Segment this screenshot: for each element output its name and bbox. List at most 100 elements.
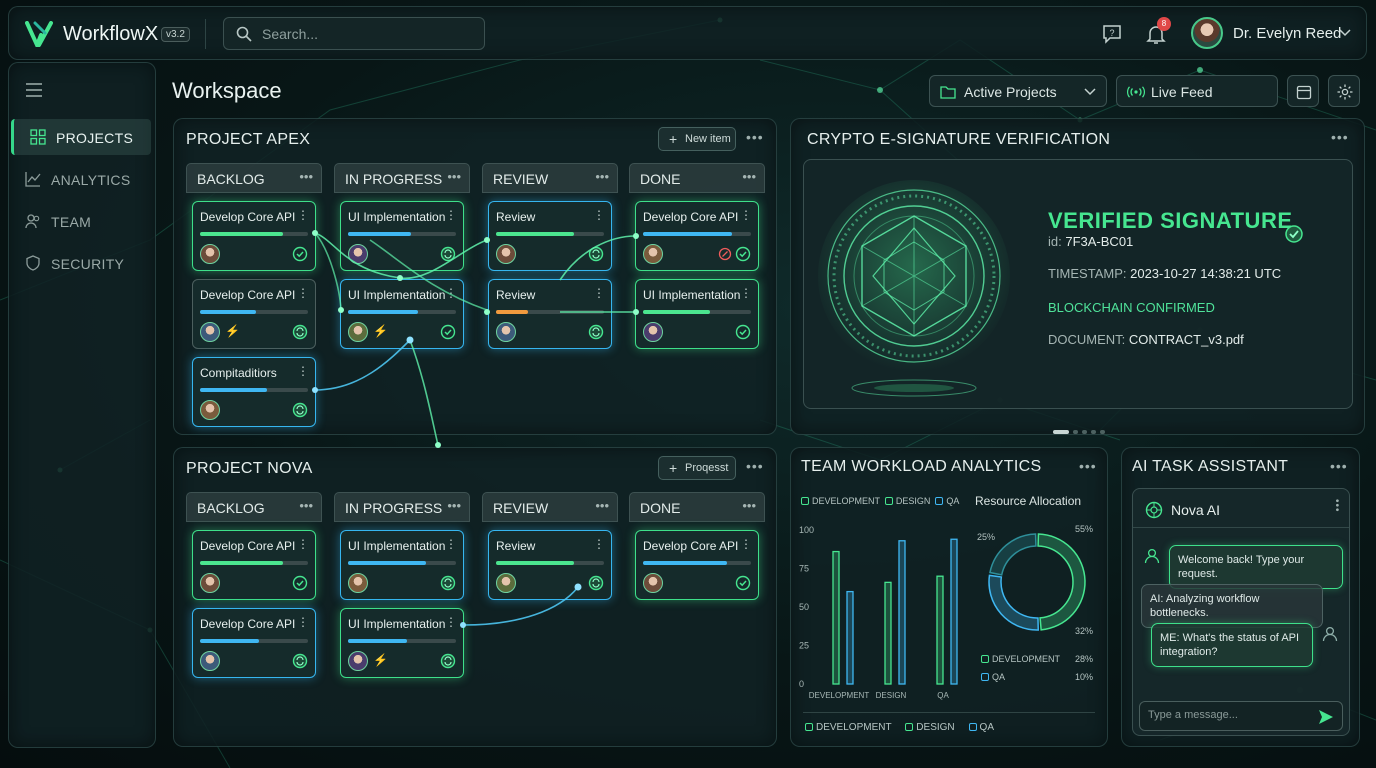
task-card[interactable]: UI Implementation ⋮ — [340, 201, 464, 271]
assignee-avatar[interactable] — [496, 244, 516, 264]
column-done[interactable]: DONE ••• — [629, 492, 765, 522]
carousel-dot[interactable] — [1082, 430, 1087, 434]
user-avatar[interactable] — [1191, 17, 1223, 49]
assignee-avatar[interactable] — [496, 322, 516, 342]
search-input[interactable] — [262, 24, 472, 44]
assignee-avatar[interactable] — [348, 322, 368, 342]
task-menu-icon[interactable]: ⋮ — [297, 615, 309, 629]
carousel-dot[interactable] — [1100, 430, 1105, 434]
task-card[interactable]: Develop Core API ⋮ ⚡ — [192, 279, 316, 349]
column-review[interactable]: REVIEW ••• — [482, 492, 618, 522]
task-menu-icon[interactable]: ⋮ — [740, 537, 752, 551]
sidebar-item-security[interactable]: SECURITY — [9, 245, 149, 281]
user-name[interactable]: Dr. Evelyn Reed — [1233, 25, 1341, 42]
board-menu-icon[interactable]: ••• — [746, 129, 764, 145]
task-menu-icon[interactable]: ⋮ — [593, 286, 605, 300]
new-item-button[interactable]: + New item — [658, 127, 736, 151]
column-in-progress[interactable]: IN PROGRESS ••• — [334, 492, 470, 522]
assignee-avatar[interactable] — [496, 573, 516, 593]
chat-menu-icon[interactable]: ••• — [1331, 499, 1342, 513]
task-menu-icon[interactable]: ⋮ — [297, 364, 309, 378]
carousel-dots[interactable] — [1053, 421, 1109, 439]
task-card[interactable]: Develop Core API ⋮ — [635, 201, 759, 271]
assignee-avatar[interactable] — [348, 244, 368, 264]
task-menu-icon[interactable]: ⋮ — [740, 208, 752, 222]
task-menu-icon[interactable]: ⋮ — [593, 208, 605, 222]
task-card[interactable]: Review ⋮ — [488, 530, 612, 600]
message-box[interactable] — [1139, 701, 1343, 731]
task-menu-icon[interactable]: ⋮ — [297, 537, 309, 551]
send-icon[interactable] — [1318, 709, 1334, 725]
task-menu-icon[interactable]: ⋮ — [297, 286, 309, 300]
assignee-avatar[interactable] — [200, 573, 220, 593]
assignee-avatar[interactable] — [643, 573, 663, 593]
carousel-dot[interactable] — [1091, 430, 1096, 434]
assignee-avatar[interactable] — [200, 322, 220, 342]
panel-menu-icon[interactable]: ••• — [1330, 458, 1348, 474]
task-card[interactable]: Review ⋮ — [488, 201, 612, 271]
carousel-dot[interactable] — [1053, 430, 1069, 434]
column-backlog[interactable]: BACKLOG ••• — [186, 492, 322, 522]
panel-menu-icon[interactable]: ••• — [1079, 458, 1097, 474]
chevron-down-icon[interactable] — [1339, 29, 1351, 37]
project-filter-select[interactable]: Active Projects — [929, 75, 1107, 107]
task-menu-icon[interactable]: ⋮ — [593, 537, 605, 551]
settings-button[interactable] — [1328, 75, 1360, 107]
assignee-avatar[interactable] — [643, 244, 663, 264]
task-card[interactable]: Develop Core API ⋮ — [192, 201, 316, 271]
assignee-avatar[interactable] — [348, 573, 368, 593]
column-menu-icon[interactable]: ••• — [595, 169, 609, 184]
assignee-avatar[interactable] — [643, 322, 663, 342]
version-badge: v3.2 — [161, 27, 190, 42]
donut-legend-qa: QA 10% — [981, 672, 1093, 682]
board-menu-icon[interactable]: ••• — [746, 458, 764, 474]
task-menu-icon[interactable]: ⋮ — [445, 615, 457, 629]
task-menu-icon[interactable]: ⋮ — [445, 208, 457, 222]
shield-icon — [26, 255, 40, 271]
column-menu-icon[interactable]: ••• — [447, 498, 461, 513]
task-card[interactable]: Develop Core API ⋮ — [635, 530, 759, 600]
new-process-button[interactable]: + Proqesst — [658, 456, 736, 480]
task-menu-icon[interactable]: ⋮ — [297, 208, 309, 222]
calendar-button[interactable] — [1287, 75, 1319, 107]
column-menu-icon[interactable]: ••• — [595, 498, 609, 513]
assignee-avatar[interactable] — [200, 244, 220, 264]
task-card[interactable]: UI Implementation ⋮ — [340, 530, 464, 600]
column-review[interactable]: REVIEW ••• — [482, 163, 618, 193]
document-value[interactable]: CONTRACT_v3.pdf — [1129, 332, 1244, 347]
task-menu-icon[interactable]: ⋮ — [445, 286, 457, 300]
column-menu-icon[interactable]: ••• — [299, 169, 313, 184]
column-menu-icon[interactable]: ••• — [742, 169, 756, 184]
column-backlog[interactable]: BACKLOG ••• — [186, 163, 322, 193]
task-title: Develop Core API — [200, 288, 296, 302]
carousel-dot[interactable] — [1073, 430, 1078, 434]
task-card[interactable]: UI Implementation ⋮ ⚡ — [340, 279, 464, 349]
assignee-avatar[interactable] — [200, 400, 220, 420]
column-in-progress[interactable]: IN PROGRESS ••• — [334, 163, 470, 193]
column-menu-icon[interactable]: ••• — [299, 498, 313, 513]
column-menu-icon[interactable]: ••• — [447, 169, 461, 184]
sidebar-item-projects[interactable]: PROJECTS — [11, 119, 151, 155]
column-menu-icon[interactable]: ••• — [742, 498, 756, 513]
message-input[interactable] — [1148, 709, 1308, 721]
assignee-avatar[interactable] — [200, 651, 220, 671]
menu-icon[interactable] — [25, 83, 43, 97]
live-feed-button[interactable]: Live Feed — [1116, 75, 1278, 107]
sidebar-item-team[interactable]: TEAM — [9, 203, 149, 239]
task-card[interactable]: Review ⋮ — [488, 279, 612, 349]
column-done[interactable]: DONE ••• — [629, 163, 765, 193]
task-card[interactable]: UI Implementation ⋮ — [635, 279, 759, 349]
help-chat-icon[interactable]: ? — [1101, 23, 1123, 45]
task-card[interactable]: Develop Core API ⋮ — [192, 608, 316, 678]
task-card[interactable]: Develop Core API ⋮ — [192, 530, 316, 600]
search-box[interactable] — [223, 17, 485, 50]
task-menu-icon[interactable]: ⋮ — [445, 537, 457, 551]
verified-badge-icon — [1285, 225, 1303, 243]
panel-menu-icon[interactable]: ••• — [1331, 129, 1349, 145]
assignee-avatar[interactable] — [348, 651, 368, 671]
y-tick-label: 75 — [799, 564, 809, 574]
task-card[interactable]: UI Implementation ⋮ ⚡ — [340, 608, 464, 678]
task-card[interactable]: Compitaditiors ⋮ — [192, 357, 316, 427]
task-menu-icon[interactable]: ⋮ — [740, 286, 752, 300]
sidebar-item-analytics[interactable]: ANALYTICS — [9, 161, 149, 197]
